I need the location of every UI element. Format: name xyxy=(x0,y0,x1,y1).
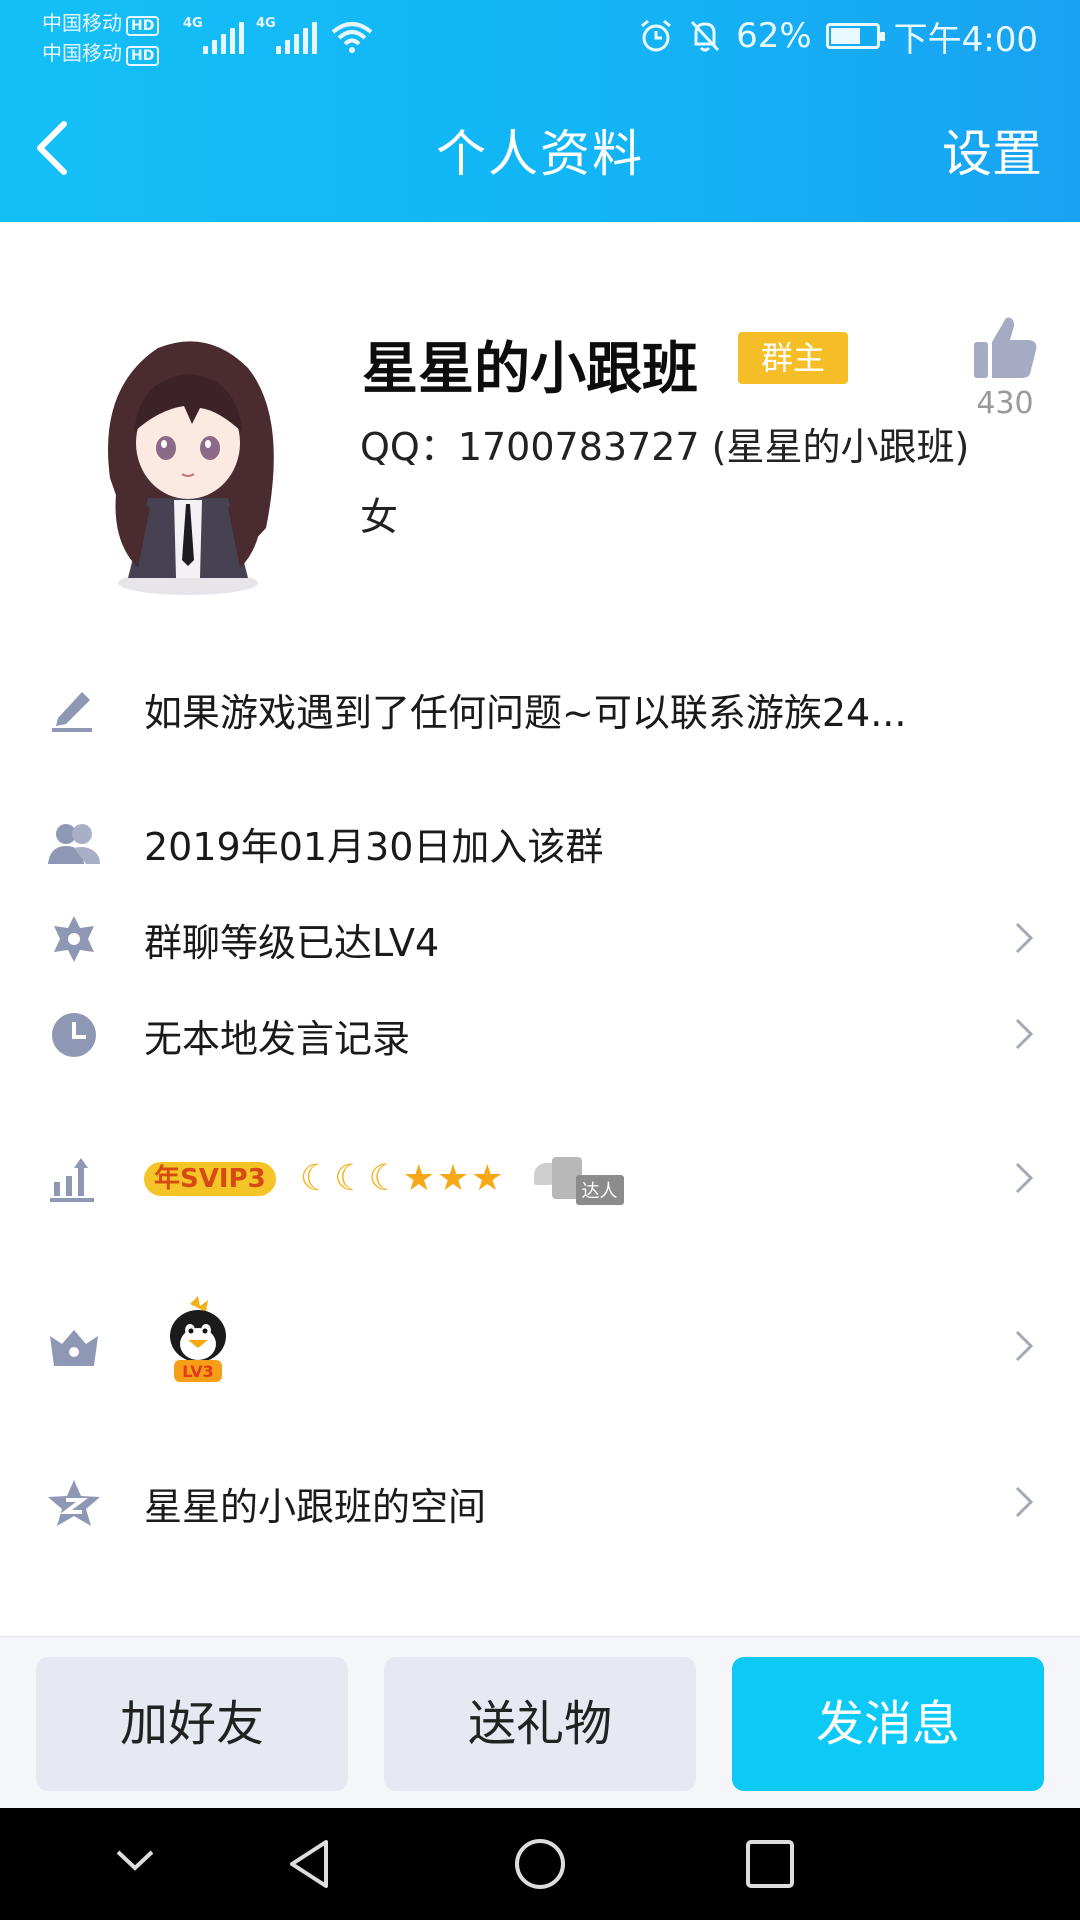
join-date-row: 2019年01月30日加入该群 xyxy=(0,800,1080,880)
profile-name: 星星的小跟班 xyxy=(362,337,698,402)
level-icons: ☾ ☾ ☾ ★ ★ ★ xyxy=(300,1158,504,1199)
signature-row[interactable]: 如果游戏遇到了任何问题~可以联系游族24... xyxy=(0,666,1080,746)
daren-label: 达人 xyxy=(575,1174,624,1205)
level-up-chart-icon xyxy=(50,1158,94,1202)
join-date-text: 2019年01月30日加入该群 xyxy=(144,825,604,869)
carrier-1: 中国移动 xyxy=(42,11,122,35)
send-message-button[interactable]: 发消息 xyxy=(732,1657,1044,1791)
status-bar: 中国移动 HD 中国移动 HD 4G 4G 62% 下午4:00 xyxy=(0,0,1080,76)
signal-1-icon: 4G xyxy=(183,16,244,54)
star-badge-icon xyxy=(54,916,94,962)
send-gift-button[interactable]: 送礼物 xyxy=(384,1657,696,1791)
moon-icon: ☾ xyxy=(334,1158,367,1199)
hd-badge-1: HD xyxy=(126,16,160,36)
star-icon: ★ xyxy=(436,1158,470,1199)
avatar[interactable] xyxy=(88,328,288,598)
star-icon: ★ xyxy=(402,1158,435,1199)
battery-percent: 62% xyxy=(736,16,812,56)
moon-icon: ☾ xyxy=(299,1158,333,1199)
action-bar: 加好友 送礼物 发消息 xyxy=(0,1636,1080,1808)
chevron-right-icon xyxy=(1015,922,1034,954)
header-bar: 中国移动 HD 中国移动 HD 4G 4G 62% 下午4:00 个人资料 设置 xyxy=(0,0,1080,222)
edit-pencil-icon xyxy=(52,692,92,732)
nav-bar: 个人资料 设置 xyxy=(0,96,1080,200)
carrier-info: 中国移动 HD 中国移动 HD xyxy=(42,8,160,68)
settings-button[interactable]: 设置 xyxy=(942,114,1042,186)
hd-badge-2: HD xyxy=(126,46,160,66)
qzone-text: 星星的小跟班的空间 xyxy=(144,1485,487,1529)
chevron-right-icon xyxy=(1015,1162,1034,1194)
carrier-2: 中国移动 xyxy=(42,41,122,65)
like-count: 430 xyxy=(976,386,1034,421)
vip-badges: 年SVIP3 ☾ ☾ ☾ ★ ★ ★ 达人 xyxy=(144,1154,644,1205)
qq-penguin-icon: LV3 xyxy=(170,1296,226,1382)
members-icon xyxy=(48,824,100,864)
mute-bell-icon xyxy=(690,20,720,52)
speech-record-row[interactable]: 无本地发言记录 xyxy=(0,992,1080,1072)
system-nav-bar xyxy=(0,1808,1080,1920)
recents-square-icon[interactable] xyxy=(742,1836,798,1892)
page-title: 个人资料 xyxy=(436,125,644,183)
home-circle-icon[interactable] xyxy=(512,1836,568,1892)
signal-2-icon: 4G xyxy=(256,16,317,54)
crown-icon xyxy=(50,1330,98,1366)
signal-icons: 4G 4G xyxy=(183,14,373,54)
penguin-level-label: LV3 xyxy=(182,1362,214,1381)
network-type-1: 4G xyxy=(183,16,203,31)
daren-badge: 达人 xyxy=(533,1155,644,1205)
add-friend-button[interactable]: 加好友 xyxy=(36,1657,348,1791)
back-triangle-icon[interactable] xyxy=(282,1836,338,1892)
moon-icon: ☾ xyxy=(368,1158,401,1199)
alarm-icon xyxy=(641,19,672,52)
signature-text: 如果游戏遇到了任何问题~可以联系游族24... xyxy=(144,691,907,735)
vip-row[interactable]: 年SVIP3 ☾ ☾ ☾ ★ ★ ★ 达人 xyxy=(0,1136,1080,1216)
group-level-row[interactable]: 群聊等级已达LV4 xyxy=(0,896,1080,976)
wifi-icon xyxy=(331,22,373,53)
gender-label: 女 xyxy=(360,495,399,539)
star-icon: ★ xyxy=(471,1158,504,1199)
group-level-text: 群聊等级已达LV4 xyxy=(144,921,440,965)
qq-number: QQ：1700783727 (星星的小跟班) xyxy=(360,425,970,469)
svip-badge: 年SVIP3 xyxy=(144,1161,276,1196)
battery-icon xyxy=(825,23,885,49)
chevron-right-icon xyxy=(1015,1330,1034,1362)
owner-badge: 群主 xyxy=(738,332,848,384)
network-type-2: 4G xyxy=(256,16,276,31)
hide-keyboard-icon[interactable] xyxy=(110,1836,160,1886)
chevron-right-icon xyxy=(1015,1486,1034,1518)
status-right: 62% 下午4:00 xyxy=(638,14,1038,60)
qzone-row[interactable]: 星星的小跟班的空间 xyxy=(0,1460,1080,1540)
clock-icon xyxy=(52,1013,96,1057)
speech-record-text: 无本地发言记录 xyxy=(144,1017,411,1061)
qzone-star-icon xyxy=(48,1480,100,1526)
chevron-right-icon xyxy=(1015,1018,1034,1050)
clock: 下午4:00 xyxy=(893,19,1038,60)
thumbs-up-icon[interactable] xyxy=(968,312,1040,384)
